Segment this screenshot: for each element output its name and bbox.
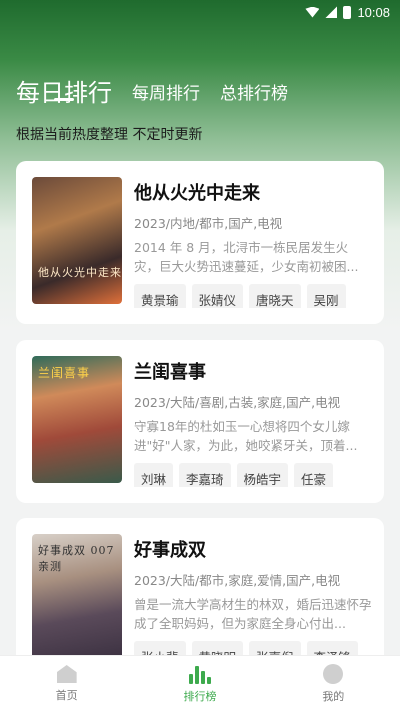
poster-image[interactable]: 他从火光中走来: [32, 177, 122, 304]
poster-title-art: 兰闺喜事: [38, 366, 91, 380]
actor-tag[interactable]: 李嘉琦: [179, 463, 231, 487]
actor-tag[interactable]: 唐晓天: [249, 284, 301, 308]
nav-home-label: 首页: [55, 689, 78, 702]
actor-tag[interactable]: 张婧仪: [191, 284, 244, 308]
show-description: 2014 年 8 月，北浔市一栋民居发生火灾，巨大火势迅速蔓延，少女南初被困..…: [134, 240, 359, 274]
profile-icon: [323, 664, 344, 684]
poster-image[interactable]: 好事成双 007亲测: [32, 534, 122, 661]
nav-rank[interactable]: 排行榜: [160, 664, 240, 704]
bar-chart-icon: [188, 664, 211, 684]
battery-icon: [343, 5, 352, 19]
actor-tag[interactable]: 任豪: [294, 463, 334, 487]
actor-list: 刘琳 李嘉琦 杨皓宇 任豪: [134, 463, 372, 487]
status-time: 10:08: [357, 4, 390, 20]
home-icon: [56, 665, 77, 683]
wifi-icon: [305, 6, 320, 18]
actor-tag[interactable]: 刘琳: [134, 463, 174, 487]
show-meta: 2023/内地/都市,国产,电视: [134, 216, 283, 231]
show-description: 曾是一流大学高材生的林双，婚后迅速怀孕成了全职妈妈，但为家庭全身心付出...: [134, 597, 372, 631]
poster-title-art: 他从火光中走来: [38, 266, 122, 279]
tab-daily[interactable]: 每日排行: [16, 73, 112, 108]
nav-home[interactable]: 首页: [27, 665, 107, 703]
status-bar: 10:08: [0, 0, 400, 24]
tab-overall[interactable]: 总排行榜: [220, 79, 288, 108]
poster-title-art: 好事成双 007亲测: [38, 544, 115, 573]
actor-tag[interactable]: 吴刚: [306, 284, 346, 308]
actor-list: 黄景瑜 张婧仪 唐晓天 吴刚: [134, 284, 372, 308]
tab-indicator: [54, 98, 74, 101]
show-title[interactable]: 兰闺喜事: [134, 358, 372, 384]
nav-rank-label: 排行榜: [183, 690, 217, 703]
show-meta: 2023/大陆/都市,家庭,爱情,国产,电视: [134, 573, 341, 588]
show-description: 守寡18年的杜如玉一心想将四个女儿嫁进"好"人家，为此，她咬紧牙关，顶着...: [134, 419, 358, 453]
ranking-card[interactable]: 兰闺喜事 兰闺喜事 2023/大陆/喜剧,古装,家庭,国产,电视 守寡18年的杜…: [16, 340, 384, 503]
poster-image[interactable]: 兰闺喜事: [32, 356, 122, 483]
actor-tag[interactable]: 杨皓宇: [236, 463, 289, 487]
tab-weekly[interactable]: 每周排行: [132, 79, 200, 108]
ranking-card[interactable]: 他从火光中走来 他从火光中走来 2023/内地/都市,国产,电视 2014 年 …: [16, 161, 384, 324]
show-title[interactable]: 他从火光中走来: [134, 179, 372, 205]
signal-icon: [325, 6, 338, 18]
show-meta: 2023/大陆/喜剧,古装,家庭,国产,电视: [134, 395, 341, 410]
nav-me[interactable]: 我的: [293, 664, 373, 704]
bottom-nav: 首页 排行榜 我的: [0, 655, 400, 712]
show-title[interactable]: 好事成双: [134, 536, 372, 562]
page-subtitle: 根据当前热度整理 不定时更新: [16, 127, 203, 143]
nav-me-label: 我的: [322, 690, 345, 703]
actor-tag[interactable]: 黄景瑜: [134, 284, 186, 308]
